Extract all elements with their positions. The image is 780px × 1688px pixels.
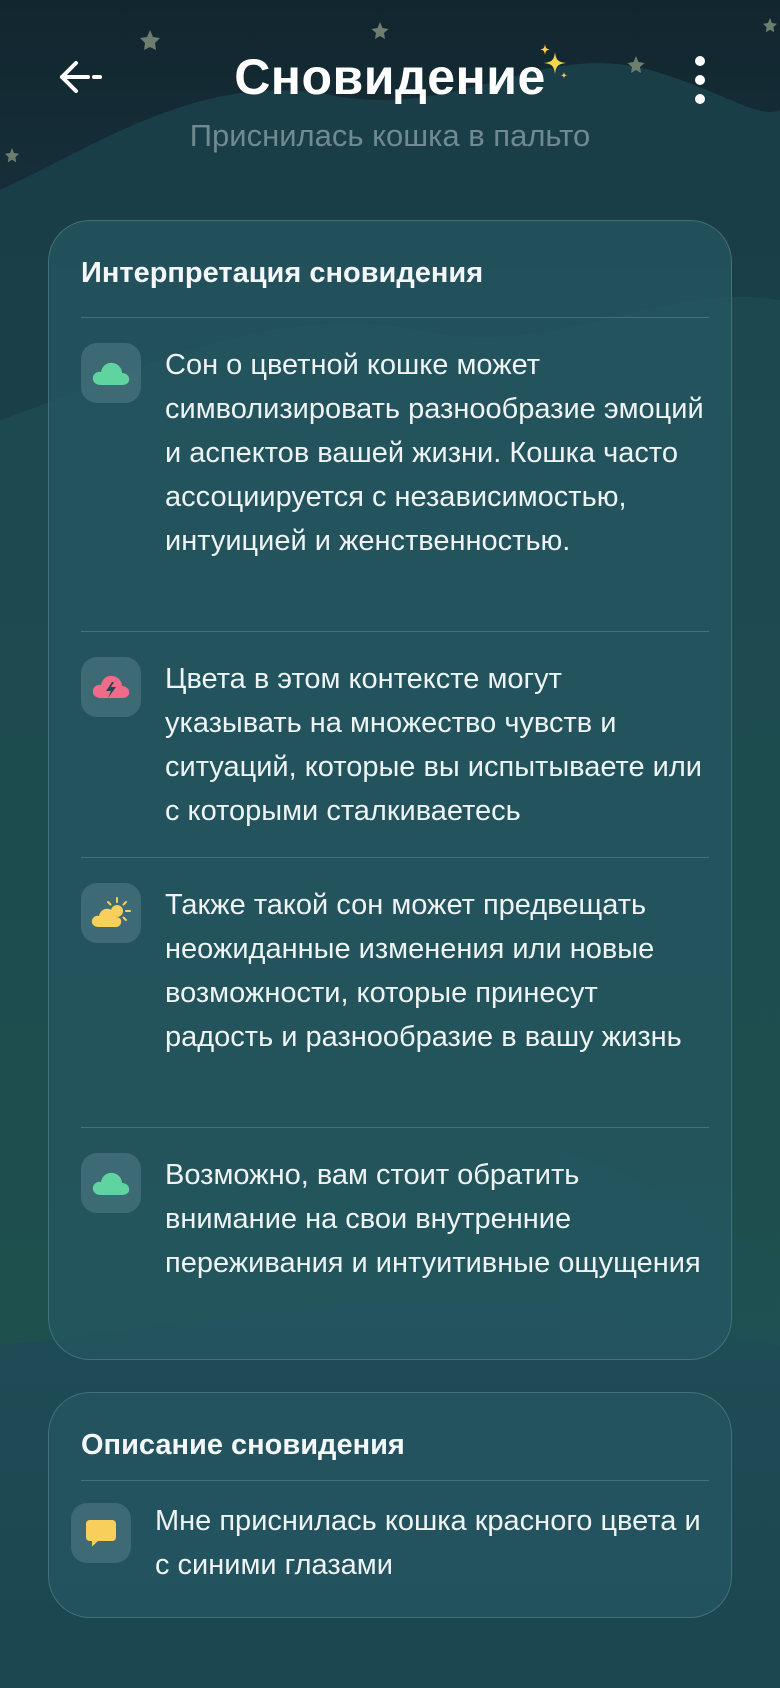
page-title-text: Сновидение [234, 49, 546, 105]
interpretation-item: Цвета в этом контексте могут указывать н… [81, 657, 709, 827]
item-icon-box [71, 1503, 131, 1563]
storm-cloud-icon [92, 675, 130, 698]
interpretation-text: Возможно, вам стоит обратить внимание на… [165, 1159, 701, 1279]
interpretation-item: Сон о цветной кошке может символизироват… [81, 343, 709, 557]
item-icon-box [81, 1153, 141, 1213]
item-icon-box [81, 883, 141, 943]
divider [81, 317, 709, 318]
speech-bubble-icon [86, 1520, 116, 1547]
more-options-button[interactable] [680, 52, 720, 108]
page-title: Сновидение [0, 44, 780, 106]
more-dot-icon [695, 75, 705, 85]
description-text: Мне приснилась кошка красного цвета и с … [155, 1505, 701, 1581]
item-icon-box [81, 657, 141, 717]
interpretation-text: Сон о цветной кошке может символизироват… [165, 349, 704, 557]
description-item: Мне приснилась кошка красного цвета и с … [71, 1499, 709, 1599]
divider [81, 1127, 709, 1128]
sparkles-icon [540, 44, 568, 79]
interpretation-item: Возможно, вам стоит обратить внимание на… [81, 1153, 709, 1333]
more-dot-icon [695, 56, 705, 66]
description-title: Описание сновидения [81, 1429, 405, 1461]
description-card: Описание сновидения Мне приснилась кошка… [48, 1392, 732, 1618]
interpretation-text: Цвета в этом контексте могут указывать н… [165, 663, 702, 827]
item-icon-box [81, 343, 141, 403]
divider [81, 631, 709, 632]
interpretation-title: Интерпретация сновидения [81, 257, 484, 289]
divider [81, 857, 709, 858]
interpretation-item: Также такой сон может предвещать неожида… [81, 883, 709, 1083]
page-subtitle: Приснилась кошка в пальто [189, 118, 591, 153]
green-cloud-icon [92, 362, 130, 385]
interpretation-text: Также такой сон может предвещать неожида… [165, 889, 682, 1053]
interpretation-card: Интерпретация сновидения Сон о цветной к… [48, 220, 732, 1360]
more-dot-icon [695, 94, 705, 104]
sun-cloud-icon [91, 897, 131, 927]
header: Сновидение Приснилась кошка в пальто [0, 0, 780, 170]
divider [81, 1480, 709, 1481]
green-cloud-icon [92, 1172, 130, 1195]
